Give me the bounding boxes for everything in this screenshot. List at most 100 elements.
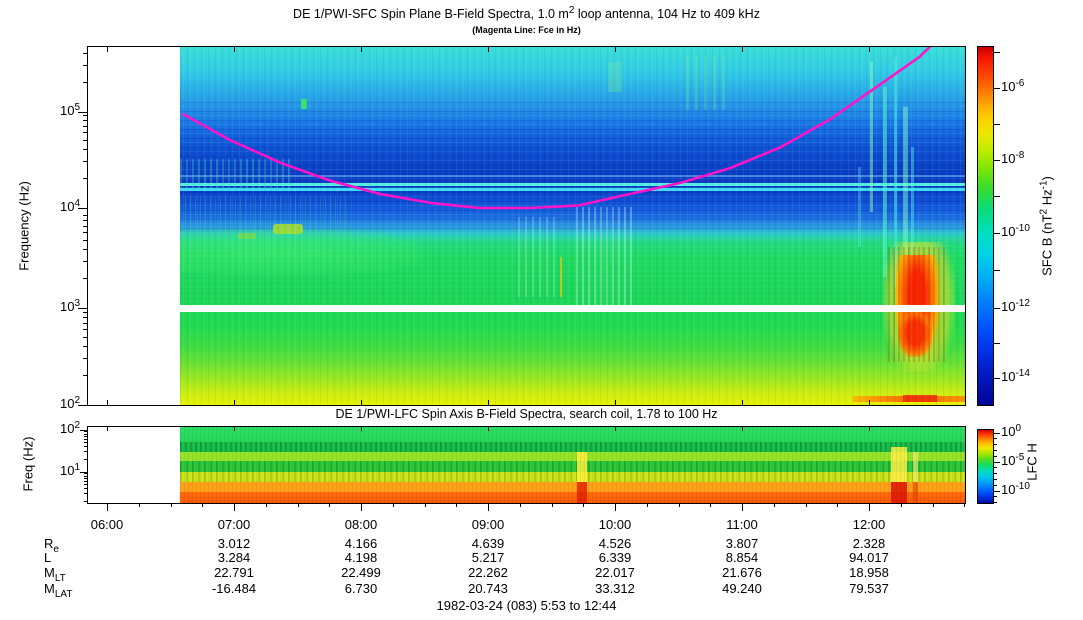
- tick-mark: [83, 178, 88, 180]
- tick-mark: [869, 400, 870, 405]
- tick-mark: [83, 329, 88, 331]
- tick-mark: [615, 47, 616, 52]
- tick-mark: [678, 503, 680, 507]
- tick-mark: [361, 427, 362, 431]
- tick-mark: [84, 451, 88, 453]
- tick-mark: [869, 47, 870, 52]
- tick-mark: [84, 475, 88, 477]
- sfc-colorbar-label-text: SFC B (nT: [1039, 214, 1055, 276]
- tick-mark: [234, 47, 235, 52]
- tick-mark: [84, 433, 88, 435]
- tick-mark: [83, 215, 88, 217]
- ephemeris-value: 20.743: [468, 581, 508, 596]
- tick-mark: [84, 473, 88, 475]
- x-axis-time-label: 12:00: [852, 517, 886, 532]
- tick-mark: [107, 427, 108, 431]
- ephemeris-value: 5.217: [471, 550, 505, 565]
- ephemeris-value: 22.499: [341, 565, 381, 580]
- sfc-title-text2: loop antenna, 104 Hz to 409 kHz: [574, 7, 760, 21]
- tick-mark: [583, 503, 585, 507]
- tick-mark: [361, 503, 362, 511]
- sfc-colorbar-tick-label: 10-6: [1001, 78, 1025, 95]
- sfc-colorbar-tick-label: 10-10: [1001, 223, 1030, 240]
- ephemeris-value: 8.854: [725, 550, 759, 565]
- ephemeris-value: 3.284: [217, 550, 251, 565]
- tick-mark: [84, 436, 88, 437]
- tick-mark: [83, 375, 88, 377]
- ephemeris-value: 6.339: [598, 550, 632, 565]
- lfc-colorbar-tick-label: 10-5: [1001, 452, 1025, 469]
- tick-mark: [993, 51, 1000, 53]
- tick-mark: [993, 444, 997, 446]
- tick-mark: [615, 427, 616, 431]
- ephemeris-row-label: MLT: [44, 565, 66, 584]
- tick-mark: [488, 400, 489, 405]
- tick-mark: [83, 317, 88, 319]
- x-axis-time-label: 07:00: [217, 517, 251, 532]
- tick-mark: [993, 467, 997, 469]
- tick-mark: [993, 484, 997, 486]
- tick-mark: [837, 503, 839, 507]
- ephemeris-value: -16.484: [211, 581, 257, 596]
- ephemeris-value: 22.791: [214, 565, 254, 580]
- tick-mark: [202, 503, 204, 507]
- ephemeris-value: 94.017: [849, 550, 889, 565]
- lfc-colorbar-tick-label: 100: [1001, 423, 1022, 440]
- tick-mark: [234, 427, 235, 431]
- lfc-spectrogram-panel: [87, 426, 966, 504]
- tick-mark: [83, 261, 88, 263]
- tick-mark: [488, 427, 489, 431]
- tick-mark: [84, 500, 88, 502]
- tick-mark: [83, 232, 88, 234]
- tick-mark: [932, 503, 934, 507]
- tick-mark: [83, 53, 88, 55]
- sfc-colorbar-label: SFC B (nT2 Hz-1): [1039, 176, 1055, 276]
- lfc-colorbar-tick-label: 10-10: [1001, 481, 1030, 498]
- lfc-ytick-label: 101: [59, 462, 80, 479]
- tick-mark: [84, 493, 88, 495]
- ephemeris-value: 3.012: [217, 536, 251, 551]
- sfc-ytick-label: 102: [59, 395, 80, 412]
- ephemeris-value: 79.537: [849, 581, 889, 596]
- ephemeris-value: 22.262: [468, 565, 508, 580]
- tick-mark: [993, 496, 997, 498]
- sfc-spectrogram-image: [88, 47, 965, 405]
- tick-mark: [869, 503, 870, 511]
- ephemeris-row-label: MLAT: [44, 581, 73, 600]
- sfc-colorbar: [977, 46, 994, 406]
- tick-mark: [900, 503, 902, 507]
- sfc-spectrogram-panel: [87, 46, 966, 406]
- tick-mark: [742, 427, 743, 431]
- lfc-vertical-texture: [180, 427, 965, 503]
- tick-mark: [84, 458, 88, 460]
- tick-mark: [265, 503, 267, 507]
- ephemeris-value: 4.198: [344, 550, 378, 565]
- tick-mark: [80, 429, 88, 431]
- tick-mark: [107, 503, 108, 511]
- tick-mark: [83, 82, 88, 84]
- tick-mark: [84, 438, 88, 440]
- ephemeris-row-label: L: [44, 550, 52, 565]
- tick-mark: [993, 232, 1000, 234]
- tick-mark: [234, 503, 235, 511]
- tick-mark: [138, 503, 140, 507]
- tick-mark: [83, 120, 88, 122]
- tick-mark: [742, 47, 743, 52]
- spectrogram-figure: DE 1/PWI-SFC Spin Plane B-Field Spectra,…: [0, 0, 1083, 620]
- tick-mark: [361, 400, 362, 405]
- tick-mark: [993, 432, 1000, 434]
- tick-mark: [993, 438, 997, 440]
- tick-mark: [83, 239, 88, 241]
- tick-mark: [646, 503, 648, 507]
- sfc-colorbar-tick-label: 10-14: [1001, 368, 1030, 385]
- sfc-subtitle: (Magenta Line: Fce in Hz): [472, 25, 581, 35]
- tick-mark: [83, 346, 88, 348]
- x-axis-time-label: 06:00: [90, 517, 124, 532]
- tick-mark: [80, 471, 88, 473]
- ephemeris-value: 4.639: [471, 536, 505, 551]
- tick-mark: [84, 480, 88, 482]
- ephemeris-value: 4.526: [598, 536, 632, 551]
- tick-mark: [83, 322, 88, 324]
- tick-mark: [519, 503, 521, 507]
- tick-mark: [456, 503, 458, 507]
